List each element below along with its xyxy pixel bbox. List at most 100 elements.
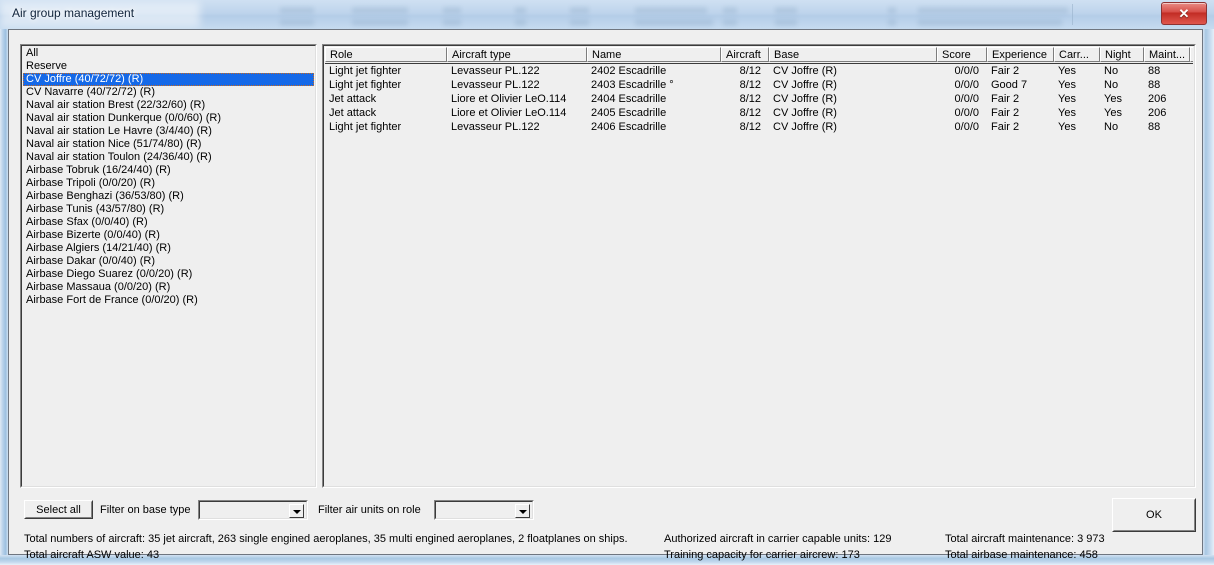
dialog-client-area: AllReserveCV Joffre (40/72/72) (R)CV Nav…	[8, 29, 1203, 555]
select-all-label: Select all	[25, 501, 92, 518]
table-cell: 0/0/0	[937, 106, 979, 120]
table-cell: Light jet fighter	[329, 64, 447, 78]
grid-column-header[interactable]: Name	[587, 47, 721, 62]
grid-column-header[interactable]: Role	[325, 47, 447, 62]
base-list-item[interactable]: Airbase Diego Suarez (0/0/20) (R)	[23, 268, 314, 281]
table-cell: Fair 2	[991, 120, 1054, 134]
table-cell: Liore et Olivier LeO.114	[451, 106, 587, 120]
training-capacity-text: Training capacity for carrier aircrew: 1…	[664, 548, 860, 563]
grid-column-header[interactable]: Night	[1100, 47, 1144, 62]
table-cell: Fair 2	[991, 106, 1054, 120]
base-list-item[interactable]: Airbase Tunis (43/57/80) (R)	[23, 203, 314, 216]
window-border-left	[0, 29, 8, 565]
base-list-item[interactable]: CV Navarre (40/72/72) (R)	[23, 86, 314, 99]
base-list-item[interactable]: Airbase Fort de France (0/0/20) (R)	[23, 294, 314, 307]
base-list-item[interactable]: Naval air station Nice (51/74/80) (R)	[23, 138, 314, 151]
table-cell: Levasseur PL.122	[451, 78, 587, 92]
filter-base-type-select[interactable]	[198, 500, 308, 520]
ok-button-label: OK	[1113, 499, 1195, 531]
base-list-item[interactable]: Airbase Benghazi (36/53/80) (R)	[23, 190, 314, 203]
base-list[interactable]: AllReserveCV Joffre (40/72/72) (R)CV Nav…	[23, 47, 314, 485]
table-cell: Good 7	[991, 78, 1054, 92]
base-list-panel: AllReserveCV Joffre (40/72/72) (R)CV Nav…	[20, 44, 317, 488]
air-unit-grid: RoleAircraft typeNameAircraftBaseScoreEx…	[325, 47, 1193, 485]
table-cell: Jet attack	[329, 92, 447, 106]
table-row[interactable]: Light jet fighter Levasseur PL.122 2403 Es…	[325, 78, 1193, 92]
table-cell: CV Joffre (R)	[773, 106, 937, 120]
table-cell: CV Joffre (R)	[773, 64, 937, 78]
table-cell: 2404 Escadrille	[591, 92, 721, 106]
table-cell: CV Joffre (R)	[773, 120, 937, 134]
grid-column-header[interactable]: Aircraft type	[447, 47, 587, 62]
table-cell: Yes	[1058, 64, 1100, 78]
table-cell: Levasseur PL.122	[451, 64, 587, 78]
base-list-item[interactable]: Airbase Massaua (0/0/20) (R)	[23, 281, 314, 294]
table-cell: CV Joffre (R)	[773, 78, 937, 92]
base-list-item[interactable]: Naval air station Brest (22/32/60) (R)	[23, 99, 314, 112]
table-cell: 88	[1148, 64, 1190, 78]
filter-base-type-field[interactable]	[199, 501, 307, 519]
airbase-maintenance-text: Total airbase maintenance: 458	[945, 548, 1098, 563]
grid-column-header[interactable]: Carr...	[1054, 47, 1100, 62]
title-bar: Air group management ✕	[0, 0, 1214, 30]
base-list-item[interactable]: Airbase Bizerte (0/0/40) (R)	[23, 229, 314, 242]
table-cell: Liore et Olivier LeO.114	[451, 92, 587, 106]
table-row[interactable]: Light jet fighterLevasseur PL.1222402 Es…	[325, 64, 1193, 78]
table-cell: Light jet fighter	[329, 78, 447, 92]
table-cell: Yes	[1058, 92, 1100, 106]
window-border-right	[1203, 29, 1214, 565]
filter-role-select[interactable]	[434, 500, 534, 520]
base-list-item[interactable]: Naval air station Toulon (24/36/40) (R)	[23, 151, 314, 164]
base-list-item[interactable]: Naval air station Dunkerque (0/0/60) (R)	[23, 112, 314, 125]
base-list-item[interactable]: Airbase Tripoli (0/0/20) (R)	[23, 177, 314, 190]
base-list-item[interactable]: Airbase Algiers (14/21/40) (R)	[23, 242, 314, 255]
table-cell: Yes	[1104, 92, 1144, 106]
table-row[interactable]: Light jet fighterLevasseur PL.1222406 Es…	[325, 120, 1193, 134]
grid-column-header[interactable]: Score	[937, 47, 987, 62]
table-cell: 2403 Escadrille °	[591, 78, 721, 92]
filter-role-field[interactable]	[435, 501, 533, 519]
ok-button[interactable]: OK	[1112, 498, 1196, 532]
base-list-item[interactable]: Airbase Tobruk (16/24/40) (R)	[23, 164, 314, 177]
table-cell: Yes	[1058, 78, 1100, 92]
table-cell: No	[1104, 120, 1144, 134]
close-button[interactable]: ✕	[1161, 2, 1207, 25]
base-list-item[interactable]: All	[23, 47, 314, 60]
grid-column-header[interactable]: Maint...	[1144, 47, 1190, 62]
base-list-item[interactable]: Naval air station Le Havre (3/4/40) (R)	[23, 125, 314, 138]
table-cell: No	[1104, 64, 1144, 78]
base-list-item[interactable]: Reserve	[23, 60, 314, 73]
table-cell: Light jet fighter	[329, 120, 447, 134]
table-cell: Fair 2	[991, 64, 1054, 78]
table-cell: 8/12	[721, 92, 761, 106]
grid-column-header[interactable]: Experience	[987, 47, 1054, 62]
table-row[interactable]: Jet attack Liore et Olivier LeO.114 2404 E…	[325, 92, 1193, 106]
table-cell: 8/12	[721, 106, 761, 120]
chevron-down-icon[interactable]	[515, 504, 530, 518]
grid-column-header-filler	[1190, 47, 1193, 62]
window-title: Air group management	[12, 6, 134, 20]
grid-column-header[interactable]: Aircraft	[721, 47, 769, 62]
table-cell: CV Joffre (R)	[773, 92, 937, 106]
base-list-item[interactable]: Airbase Dakar (0/0/40) (R)	[23, 255, 314, 268]
base-list-item[interactable]: Airbase Sfax (0/0/40) (R)	[23, 216, 314, 229]
table-cell: 8/12	[721, 78, 761, 92]
total-aircraft-text: Total numbers of aircraft: 35 jet aircra…	[24, 532, 628, 547]
table-cell: No	[1104, 78, 1144, 92]
table-row[interactable]: Jet attackLiore et Olivier LeO.1142405 E…	[325, 106, 1193, 120]
table-cell: 0/0/0	[937, 64, 979, 78]
application-window: Air group management ✕ AllReserveCV Joff…	[0, 0, 1214, 565]
air-unit-grid-panel: RoleAircraft typeNameAircraftBaseScoreEx…	[322, 44, 1196, 488]
chevron-down-icon[interactable]	[289, 504, 304, 518]
base-list-item[interactable]: CV Joffre (40/72/72) (R)	[23, 73, 314, 86]
table-cell: 206	[1148, 92, 1190, 106]
aircraft-maintenance-text: Total aircraft maintenance: 3 973	[945, 532, 1105, 547]
filter-base-type-label: Filter on base type	[100, 503, 191, 517]
select-all-button[interactable]: Select all	[24, 500, 93, 519]
close-icon: ✕	[1162, 3, 1206, 24]
asw-value-text: Total aircraft ASW value: 43	[24, 548, 159, 563]
table-cell: 8/12	[721, 120, 761, 134]
grid-column-header[interactable]: Base	[769, 47, 937, 62]
grid-body[interactable]: Light jet fighterLevasseur PL.1222402 Es…	[325, 64, 1193, 134]
table-cell: 2405 Escadrille	[591, 106, 721, 120]
